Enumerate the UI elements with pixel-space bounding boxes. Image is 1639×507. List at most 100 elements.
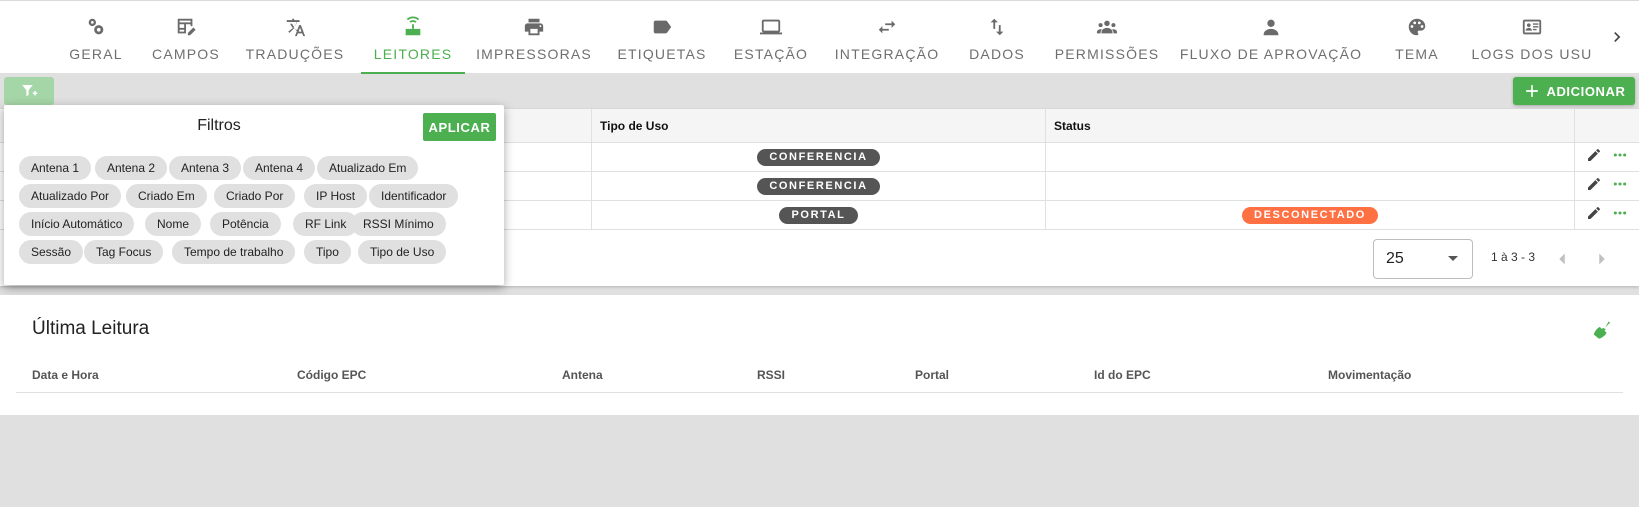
last-reading-title: Última Leitura bbox=[32, 318, 150, 339]
caret-down-icon bbox=[1448, 256, 1458, 261]
tab-dados[interactable]: DADOS bbox=[969, 1, 1024, 74]
filter-chip[interactable]: Tempo de trabalho bbox=[172, 240, 296, 264]
tab-estacao[interactable]: ESTAÇÃO bbox=[733, 1, 809, 74]
filter-chip[interactable]: Atualizado Em bbox=[317, 156, 419, 180]
column-header: Antena bbox=[562, 368, 603, 382]
filter-chip[interactable]: RSSI Mínimo bbox=[351, 212, 446, 236]
more-horizontal-icon[interactable] bbox=[1612, 205, 1628, 226]
column-header: Data e Hora bbox=[32, 368, 99, 382]
filter-button[interactable] bbox=[4, 77, 54, 105]
tab-campos[interactable]: CAMPOS bbox=[150, 1, 222, 74]
tab-integracao[interactable]: INTEGRAÇÃO bbox=[835, 1, 938, 74]
filter-chip[interactable]: Antena 4 bbox=[243, 156, 316, 180]
tab-label: GERAL bbox=[69, 46, 123, 62]
filter-chip[interactable]: Nome bbox=[145, 212, 202, 236]
filters-title: Filtros bbox=[197, 117, 241, 134]
add-button[interactable]: ADICIONAR bbox=[1513, 77, 1635, 105]
column-header: Movimentação bbox=[1328, 368, 1412, 382]
rows-per-page-value: 25 bbox=[1386, 250, 1404, 267]
pagination-range: 1 à 3 - 3 bbox=[1491, 250, 1536, 264]
label-icon bbox=[650, 15, 674, 39]
column-header: Id do EPC bbox=[1094, 368, 1151, 382]
tab-traducoes[interactable]: TRADUÇÕES bbox=[243, 1, 347, 74]
filter-plus-icon bbox=[22, 85, 38, 97]
tab-leitores[interactable]: LEITORES bbox=[361, 1, 465, 74]
group-icon bbox=[1095, 15, 1119, 39]
filter-chip[interactable]: Antena 1 bbox=[19, 156, 92, 180]
cell-tipo-de-uso: PORTAL bbox=[591, 201, 1045, 230]
filter-chip[interactable]: Antena 2 bbox=[95, 156, 168, 180]
last-reading-header: Data e Hora Código EPC Antena RSSI Porta… bbox=[16, 357, 1623, 393]
tab-label: LOGS DOS USU bbox=[1471, 46, 1593, 62]
tab-permissoes[interactable]: PERMISSÕES bbox=[1055, 1, 1158, 74]
column-header: RSSI bbox=[757, 368, 786, 382]
tab-logs-dos-usuarios[interactable]: LOGS DOS USU bbox=[1472, 1, 1591, 74]
column-header-tipo-de-uso[interactable]: Tipo de Uso bbox=[591, 109, 1045, 143]
last-reading-card: Última Leitura Data e Hora Código EPC An… bbox=[0, 295, 1639, 415]
filters-popover: Filtros APLICAR Antena 1 Antena 2 Antena… bbox=[4, 105, 504, 285]
tab-label: CAMPOS bbox=[152, 46, 220, 62]
tab-label: PERMISSÕES bbox=[1054, 46, 1160, 62]
cell-status bbox=[1045, 143, 1574, 172]
filter-chip[interactable]: Tag Focus bbox=[84, 240, 164, 264]
swap-vertical-icon bbox=[985, 15, 1009, 39]
pencil-icon[interactable] bbox=[1586, 205, 1602, 226]
usage-type-chip: CONFERENCIA bbox=[757, 178, 880, 195]
tab-fluxo-de-aprovacao[interactable]: FLUXO DE APROVAÇÃO bbox=[1180, 1, 1361, 74]
id-card-icon bbox=[1520, 15, 1544, 39]
tab-label: TEMA bbox=[1395, 46, 1439, 62]
person-icon bbox=[1259, 15, 1283, 39]
filter-chip[interactable]: Potência bbox=[210, 212, 281, 236]
tab-geral[interactable]: GERAL bbox=[68, 1, 124, 74]
tab-impressoras[interactable]: IMPRESSORAS bbox=[476, 1, 591, 74]
translate-icon bbox=[283, 15, 307, 39]
palette-icon bbox=[1405, 15, 1429, 39]
apply-filters-button[interactable]: APLICAR bbox=[423, 113, 496, 141]
cell-status bbox=[1045, 172, 1574, 201]
more-horizontal-icon[interactable] bbox=[1612, 176, 1628, 197]
top-tab-bar: GERAL CAMPOS TRADUÇÕES LEITORES IMPRESSO… bbox=[0, 0, 1639, 74]
pencil-icon[interactable] bbox=[1586, 147, 1602, 168]
tab-label: ESTAÇÃO bbox=[733, 46, 809, 62]
next-page-button[interactable] bbox=[1591, 248, 1613, 270]
tab-label: IMPRESSORAS bbox=[476, 46, 592, 62]
filter-chip[interactable]: Identificador bbox=[369, 184, 459, 208]
rows-per-page-select[interactable]: 25 bbox=[1373, 239, 1473, 279]
filter-chip[interactable]: Criado Em bbox=[126, 184, 207, 208]
chevron-left-icon bbox=[1559, 253, 1565, 265]
filter-chip[interactable]: Antena 3 bbox=[169, 156, 242, 180]
usage-type-chip: CONFERENCIA bbox=[757, 149, 880, 166]
filter-chip[interactable]: Tipo bbox=[304, 240, 351, 264]
chevron-right-icon bbox=[1599, 253, 1605, 265]
filter-chip[interactable]: IP Host bbox=[304, 184, 368, 208]
column-header: Portal bbox=[915, 368, 950, 382]
column-header: Código EPC bbox=[297, 368, 367, 382]
tab-label: INTEGRAÇÃO bbox=[834, 46, 940, 62]
laptop-icon bbox=[759, 15, 783, 39]
cell-tipo-de-uso: CONFERENCIA bbox=[591, 143, 1045, 172]
more-horizontal-icon[interactable] bbox=[1612, 147, 1628, 168]
tab-label: TRADUÇÕES bbox=[245, 46, 345, 62]
filter-chip[interactable]: Atualizado Por bbox=[19, 184, 122, 208]
column-header-status[interactable]: Status bbox=[1045, 109, 1574, 143]
tab-tema[interactable]: TEMA bbox=[1395, 1, 1439, 74]
row-actions bbox=[1574, 143, 1639, 172]
pencil-icon[interactable] bbox=[1586, 176, 1602, 197]
tab-label: ETIQUETAS bbox=[617, 46, 707, 62]
router-icon bbox=[401, 15, 425, 39]
row-actions bbox=[1574, 172, 1639, 201]
broom-icon[interactable] bbox=[1591, 319, 1615, 343]
cell-status: DESCONECTADO bbox=[1045, 201, 1574, 230]
filter-chip[interactable]: RF Link bbox=[293, 212, 359, 236]
column-header-actions bbox=[1574, 109, 1639, 143]
tab-etiquetas[interactable]: ETIQUETAS bbox=[617, 1, 707, 74]
filter-chip[interactable]: Tipo de Uso bbox=[358, 240, 447, 264]
filter-chip[interactable]: Sessão bbox=[19, 240, 84, 264]
filter-chip[interactable]: Início Automático bbox=[19, 212, 135, 236]
chevron-right-icon[interactable] bbox=[1607, 25, 1627, 49]
printer-icon bbox=[522, 15, 546, 39]
filter-chip[interactable]: Criado Por bbox=[214, 184, 296, 208]
cell-tipo-de-uso: CONFERENCIA bbox=[591, 172, 1045, 201]
prev-page-button[interactable] bbox=[1551, 248, 1573, 270]
swap-arrows-icon bbox=[875, 15, 899, 39]
